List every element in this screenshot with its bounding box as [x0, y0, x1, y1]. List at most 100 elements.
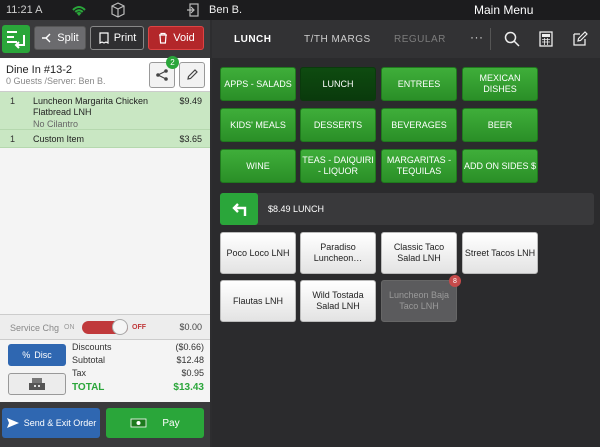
- percent-icon: %: [22, 350, 31, 360]
- category-apps-salads[interactable]: APPS - SALADS: [220, 67, 296, 101]
- cash-register-icon: [29, 378, 45, 390]
- tab-lunch[interactable]: LUNCH: [234, 34, 272, 45]
- subtotal-label: Subtotal: [72, 355, 106, 365]
- trash-icon: [159, 32, 168, 44]
- discounts-label: Discounts: [72, 342, 112, 352]
- item-name: Luncheon Margarita Chicken Flatbread LNH: [33, 96, 149, 117]
- total-value: $13.43: [173, 382, 204, 393]
- logout-icon[interactable]: [186, 2, 202, 18]
- category-beverages[interactable]: BEVERAGES: [381, 108, 457, 142]
- discounts-value: ($0.66): [175, 342, 204, 352]
- category-beer[interactable]: BEER: [462, 108, 538, 142]
- pay-button[interactable]: Pay: [106, 408, 204, 438]
- divider: [490, 28, 491, 50]
- void-label: Void: [173, 32, 195, 44]
- total-row: TOTAL $13.43: [72, 382, 204, 393]
- share-icon: [156, 69, 168, 81]
- item-price: $9.49: [179, 96, 202, 106]
- cash-icon: [130, 418, 147, 428]
- tab-tth-margs[interactable]: T/TH MARGS: [304, 34, 371, 45]
- discount-button[interactable]: % Disc: [8, 344, 66, 366]
- service-charge-row: Service Chg ON OFF $0.00: [0, 314, 210, 340]
- category-wine[interactable]: WINE: [220, 149, 296, 183]
- toggle-off-label: OFF: [132, 324, 146, 331]
- service-charge-amount: $0.00: [179, 322, 202, 332]
- search-icon[interactable]: [504, 31, 520, 47]
- category-teas-daiquiri-liquor[interactable]: TEAS - DAIQUIRI - LIQUOR: [300, 149, 376, 183]
- item-qty: 1: [10, 134, 16, 144]
- split-label: Split: [57, 32, 79, 44]
- breadcrumb-text: $8.49 LUNCH: [268, 204, 325, 214]
- status-bar: 11:21 A Ben B. Main Menu: [0, 0, 600, 20]
- order-header: Dine In #13-2 0 Guests /Server: Ben B. 2: [0, 56, 210, 92]
- menu-panel: LUNCH T/TH MARGS REGULAR ··· APPS - SALA…: [212, 20, 600, 447]
- discount-label: Disc: [34, 350, 52, 360]
- cube-icon: [111, 2, 125, 18]
- tax-row: Tax $0.95: [72, 368, 204, 378]
- category-lunch[interactable]: LUNCH: [300, 67, 376, 101]
- split-icon: [42, 33, 51, 43]
- current-user: Ben B.: [209, 4, 243, 16]
- split-button[interactable]: Split: [34, 26, 86, 50]
- cash-register-button[interactable]: [8, 373, 66, 395]
- service-charge-label: Service Chg: [10, 323, 60, 333]
- totals-section: % Disc Discounts ($0.66) Subtotal $12.48…: [0, 340, 210, 396]
- more-tabs-button[interactable]: ···: [470, 30, 484, 44]
- subtotal-row: Subtotal $12.48: [72, 355, 204, 365]
- order-item[interactable]: 1 Custom Item $3.65: [0, 130, 210, 148]
- send-exit-order-button[interactable]: Send & Exit Order: [2, 408, 100, 438]
- menu-item-wild-tostada-salad[interactable]: Wild Tostada Salad LNH: [300, 280, 376, 322]
- share-count-badge: 2: [166, 56, 179, 69]
- category-desserts[interactable]: DESSERTS: [300, 108, 376, 142]
- breadcrumb: $8.49 LUNCH: [220, 193, 594, 225]
- menu-item-luncheon-baja-taco[interactable]: Luncheon Baja Taco LNH: [381, 280, 457, 322]
- order-toolbar: Split Print Void: [0, 20, 210, 58]
- edit-order-button[interactable]: [179, 62, 205, 88]
- menu-item-street-tacos[interactable]: Street Tacos LNH: [462, 232, 538, 274]
- category-entrees[interactable]: ENTREES: [381, 67, 457, 101]
- back-button[interactable]: [220, 193, 258, 225]
- order-items-list: 1 Luncheon Margarita Chicken Flatbread L…: [0, 92, 210, 148]
- print-button[interactable]: Print: [90, 26, 144, 50]
- menu-item-poco-loco[interactable]: Poco Loco LNH: [220, 232, 296, 274]
- screen-title: Main Menu: [474, 3, 534, 17]
- menu-item-classic-taco-salad[interactable]: Classic Taco Salad LNH: [381, 232, 457, 274]
- tab-regular[interactable]: REGULAR: [394, 34, 446, 45]
- wifi-icon: [72, 6, 86, 16]
- send-icon: [6, 418, 19, 428]
- calculator-icon[interactable]: [538, 31, 554, 47]
- order-actions-bar: Send & Exit Order Pay: [0, 402, 210, 447]
- menu-tabs-bar: LUNCH T/TH MARGS REGULAR ···: [212, 20, 600, 58]
- category-add-on-sides[interactable]: ADD ON SIDES $: [462, 149, 538, 183]
- order-title: Dine In #13-2: [6, 64, 73, 76]
- item-price: $3.65: [179, 134, 202, 144]
- void-button[interactable]: Void: [148, 26, 204, 50]
- print-label: Print: [113, 32, 137, 44]
- order-panel: Split Print Void Dine In #13-2 0 Guests …: [0, 20, 210, 447]
- toggle-on-label: ON: [64, 324, 75, 331]
- category-kids-meals[interactable]: KIDS' MEALS: [220, 108, 296, 142]
- menu-item-count-badge: 8: [449, 275, 461, 287]
- menu-item-flautas[interactable]: Flautas LNH: [220, 280, 296, 322]
- tax-value: $0.95: [181, 368, 204, 378]
- category-margaritas-tequilas[interactable]: MARGARITAS - TEQUILAS: [381, 149, 457, 183]
- item-name: Custom Item: [33, 134, 85, 144]
- menu-item-paradiso-luncheon[interactable]: Paradiso Luncheon…: [300, 232, 376, 274]
- pay-label: Pay: [162, 417, 180, 429]
- item-qty: 1: [10, 96, 16, 106]
- total-label: TOTAL: [72, 382, 105, 393]
- status-time: 11:21 A: [6, 4, 43, 16]
- exit-arrow-icon: [7, 31, 25, 49]
- item-modifier: No Cilantro: [33, 119, 79, 129]
- pencil-icon: [187, 69, 198, 80]
- order-item[interactable]: 1 Luncheon Margarita Chicken Flatbread L…: [0, 92, 210, 130]
- toggle-knob[interactable]: [112, 319, 128, 335]
- exit-order-button[interactable]: [2, 25, 30, 53]
- back-arrow-icon: [232, 203, 247, 216]
- receipt-icon: [99, 32, 109, 44]
- tax-label: Tax: [72, 368, 87, 378]
- send-exit-label: Send & Exit Order: [23, 418, 97, 428]
- edit-menu-icon[interactable]: [572, 31, 588, 47]
- discounts-row: Discounts ($0.66): [72, 342, 204, 352]
- category-mexican-dishes[interactable]: MEXICAN DISHES: [462, 67, 538, 101]
